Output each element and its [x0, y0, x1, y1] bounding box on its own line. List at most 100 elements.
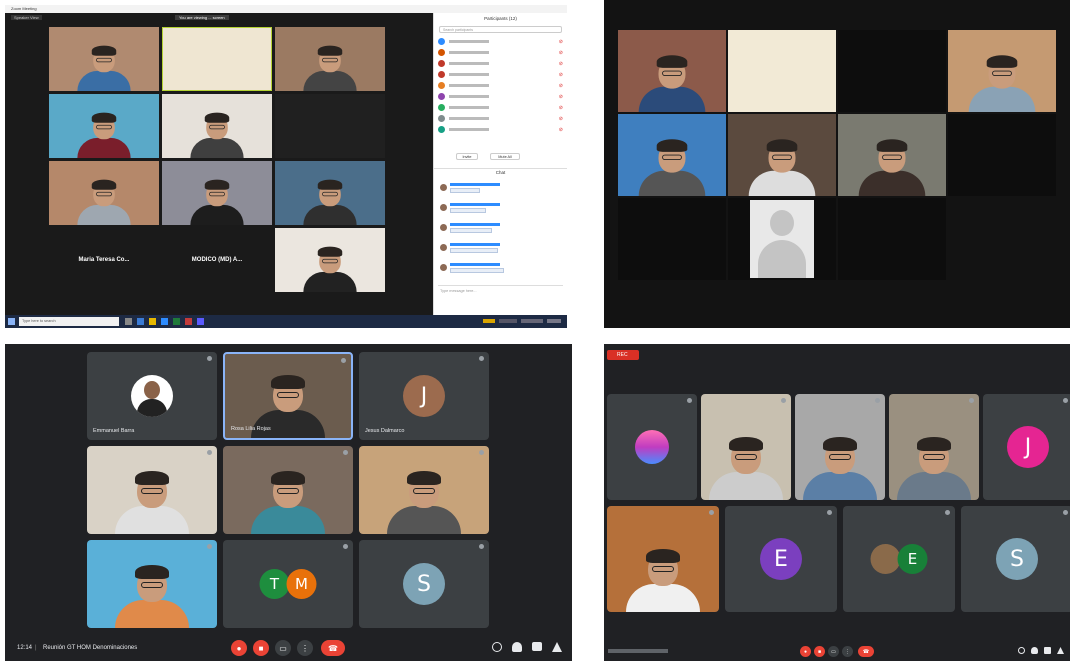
video-tile[interactable]: J [983, 394, 1070, 500]
more-options-icon[interactable] [945, 510, 950, 515]
more-options-icon[interactable]: ⋮ [842, 646, 853, 657]
activities-icon[interactable] [552, 642, 562, 652]
participant-row[interactable]: ⊘ [438, 70, 563, 79]
mic-muted-icon[interactable]: ⊘ [559, 39, 563, 45]
video-tile[interactable] [618, 30, 726, 112]
participants-search-input[interactable]: Search participants [439, 26, 562, 33]
more-options-icon[interactable] [341, 358, 346, 363]
more-options-icon[interactable] [343, 450, 348, 455]
captions-icon[interactable]: ▭ [828, 646, 839, 657]
video-tile[interactable]: S [359, 540, 489, 628]
tray-icon[interactable] [483, 319, 495, 323]
more-options-icon[interactable] [875, 398, 880, 403]
video-tile[interactable] [728, 114, 836, 196]
video-tile[interactable] [728, 198, 836, 280]
start-button[interactable] [8, 318, 15, 325]
participant-row[interactable]: ⊘ [438, 48, 563, 57]
captions-icon[interactable]: ▭ [275, 640, 291, 656]
taskbar-app-icon[interactable] [173, 318, 180, 325]
more-options-icon[interactable] [1063, 510, 1068, 515]
participant-row[interactable]: ⊘ [438, 125, 563, 134]
taskbar-app-icon[interactable] [161, 318, 168, 325]
mic-muted-icon[interactable]: ⊘ [559, 105, 563, 111]
video-tile[interactable] [795, 394, 885, 500]
tray-icon[interactable] [521, 319, 543, 323]
video-tile[interactable] [87, 446, 217, 534]
more-options-icon[interactable] [207, 450, 212, 455]
more-options-icon[interactable] [687, 398, 692, 403]
invite-button[interactable]: Invite [456, 153, 478, 160]
mic-muted-icon[interactable]: ⊘ [559, 127, 563, 133]
more-options-icon[interactable]: ⋮ [297, 640, 313, 656]
more-options-icon[interactable] [479, 544, 484, 549]
video-tile[interactable] [162, 27, 272, 91]
mic-muted-icon[interactable]: ⊘ [559, 83, 563, 89]
video-tile[interactable] [607, 506, 719, 612]
activities-icon[interactable] [1057, 647, 1064, 654]
participant-row[interactable]: ⊘ [438, 103, 563, 112]
video-tile[interactable] [275, 27, 385, 91]
more-options-icon[interactable] [479, 356, 484, 361]
chat-icon[interactable] [1044, 647, 1051, 654]
video-tile[interactable] [275, 94, 385, 158]
more-options-icon[interactable] [781, 398, 786, 403]
video-tile[interactable] [275, 228, 385, 292]
info-icon[interactable] [492, 642, 502, 652]
video-tile[interactable]: MODICO (MD) A... [162, 228, 272, 292]
mic-muted-icon[interactable]: ⊘ [559, 72, 563, 78]
more-options-icon[interactable] [827, 510, 832, 515]
video-tile[interactable] [948, 114, 1056, 196]
more-options-icon[interactable] [969, 398, 974, 403]
camera-off-icon[interactable]: ■ [814, 646, 825, 657]
video-tile[interactable] [49, 94, 159, 158]
taskbar-search-input[interactable]: Type here to search [19, 317, 119, 326]
video-tile[interactable] [359, 446, 489, 534]
video-tile[interactable] [889, 394, 979, 500]
mic-muted-icon[interactable]: ⊘ [559, 94, 563, 100]
end-call-icon[interactable]: ☎ [321, 640, 345, 656]
mic-muted-icon[interactable]: ⊘ [559, 116, 563, 122]
participant-row[interactable]: ⊘ [438, 37, 563, 46]
video-tile[interactable] [701, 394, 791, 500]
video-tile[interactable] [618, 198, 726, 280]
participant-row[interactable]: ⊘ [438, 92, 563, 101]
taskbar-app-icon[interactable] [149, 318, 156, 325]
video-tile[interactable]: Rosa Lilia Rojas [223, 352, 353, 440]
video-tile[interactable]: E [725, 506, 837, 612]
end-call-icon[interactable]: ☎ [858, 646, 874, 657]
info-icon[interactable] [1018, 647, 1025, 654]
participant-row[interactable]: ⊘ [438, 59, 563, 68]
camera-off-icon[interactable]: ■ [253, 640, 269, 656]
more-options-icon[interactable] [207, 356, 212, 361]
tray-icon[interactable] [499, 319, 517, 323]
video-tile[interactable]: TM [223, 540, 353, 628]
more-options-icon[interactable] [709, 510, 714, 515]
video-tile[interactable] [49, 161, 159, 225]
chat-input[interactable]: Type message here... [438, 285, 563, 303]
video-tile[interactable] [87, 540, 217, 628]
video-tile[interactable] [838, 30, 946, 112]
video-tile[interactable] [607, 394, 697, 500]
mute-all-button[interactable]: Mute All [490, 153, 520, 160]
taskbar-app-icon[interactable] [197, 318, 204, 325]
speaker-view-button[interactable]: Speaker View [11, 15, 42, 20]
more-options-icon[interactable] [479, 450, 484, 455]
video-tile[interactable] [728, 30, 836, 112]
microphone-off-icon[interactable]: ● [800, 646, 811, 657]
video-tile[interactable]: S [961, 506, 1070, 612]
video-tile[interactable] [838, 198, 946, 280]
video-tile[interactable] [162, 161, 272, 225]
mic-muted-icon[interactable]: ⊘ [559, 61, 563, 67]
video-tile[interactable]: E [843, 506, 955, 612]
video-tile[interactable] [618, 114, 726, 196]
video-tile[interactable] [49, 27, 159, 91]
video-tile[interactable]: J Jesus Dalmarco [359, 352, 489, 440]
video-tile[interactable] [275, 161, 385, 225]
microphone-off-icon[interactable]: ● [231, 640, 247, 656]
video-tile[interactable]: Maria Teresa Co... [49, 228, 159, 292]
participant-row[interactable]: ⊘ [438, 81, 563, 90]
people-icon[interactable] [512, 642, 522, 652]
video-tile[interactable] [948, 30, 1056, 112]
more-options-icon[interactable] [1063, 398, 1068, 403]
people-icon[interactable] [1031, 647, 1038, 654]
